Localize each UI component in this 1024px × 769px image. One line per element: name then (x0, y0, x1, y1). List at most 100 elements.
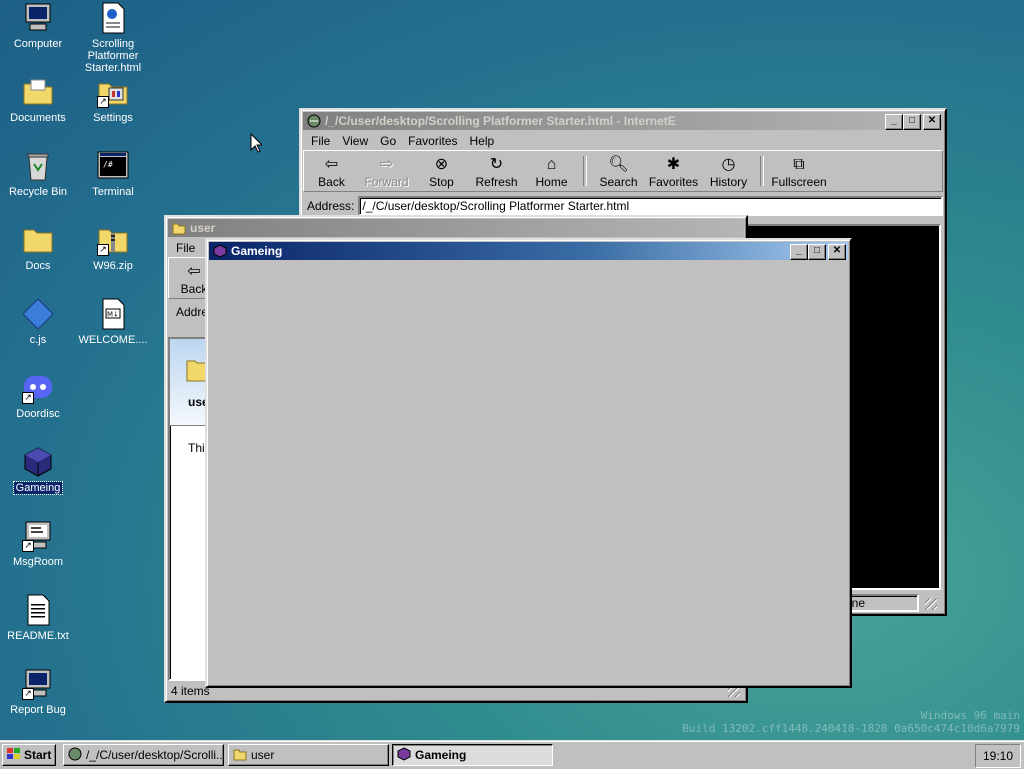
home-icon: ⌂ (546, 156, 557, 173)
settings-icon: ↗ (97, 76, 129, 108)
menu-go[interactable]: Go (374, 134, 402, 148)
browser-titlebar[interactable]: /_/C/user/desktop/Scrolling Platformer S… (303, 112, 943, 130)
home-button[interactable]: ⌂ Home (524, 153, 579, 189)
desktop-icon-welcome[interactable]: M↓ WELCOME.... (73, 298, 153, 346)
history-label: History (709, 175, 748, 189)
fullscreen-button[interactable]: ⧉ Fullscreen (768, 153, 830, 189)
toolbar-separator (583, 156, 587, 186)
menu-file[interactable]: File (305, 134, 336, 148)
folder-icon (233, 747, 247, 764)
zip-folder-icon: ↗ (97, 224, 129, 256)
watermark-line1: Windows 96 main (920, 709, 1020, 722)
desktop-icon-msgroom[interactable]: ↗ MsgRoom (0, 520, 78, 568)
desktop-icon-doordisc[interactable]: ↗ Doordisc (0, 372, 78, 420)
game-content[interactable] (209, 262, 848, 684)
desktop-icon-recycle-bin[interactable]: Recycle Bin (0, 150, 78, 198)
address-label: Address: (307, 199, 355, 213)
favorites-label: Favorites (648, 175, 699, 189)
menu-view[interactable]: View (336, 134, 374, 148)
refresh-button[interactable]: ↻ Refresh (469, 153, 524, 189)
game-titlebar[interactable]: Gameing _ □ ✕ (209, 242, 848, 260)
recycle-bin-icon (22, 150, 54, 182)
refresh-label: Refresh (475, 175, 518, 189)
cube-icon (22, 446, 54, 478)
close-button[interactable]: ✕ (828, 244, 846, 260)
menu-favorites[interactable]: Favorites (402, 134, 463, 148)
task-browser-label: /_/C/user/desktop/Scrolli... (86, 748, 224, 762)
desktop-icon-scrolling-platformer[interactable]: Scrolling Platformer Starter.html (73, 2, 153, 74)
start-button[interactable]: Start (2, 744, 56, 766)
desktop-icon-label: Gameing (12, 481, 64, 495)
history-button[interactable]: ◷ History (701, 153, 756, 189)
close-button[interactable]: ✕ (923, 114, 941, 130)
favorites-icon: ✱ (666, 156, 681, 173)
browser-title: /_/C/user/desktop/Scrolling Platformer S… (325, 114, 676, 128)
game-window[interactable]: Gameing _ □ ✕ (205, 238, 852, 688)
desktop-icon-documents[interactable]: Documents (0, 76, 78, 124)
desktop-icon-terminal[interactable]: /# Terminal (73, 150, 153, 198)
windows-logo-icon (7, 747, 21, 763)
menu-file[interactable]: File (170, 241, 201, 255)
desktop-icon-label: Report Bug (10, 704, 66, 716)
task-game-label: Gameing (415, 748, 467, 762)
browser-menubar: File View Go Favorites Help (301, 132, 945, 150)
markdown-document-icon: M↓ (97, 298, 129, 330)
desktop-icon-label: Settings (93, 112, 133, 124)
game-title: Gameing (231, 244, 283, 258)
desktop-icon-gameing[interactable]: Gameing (0, 446, 78, 495)
desktop-icon-label: WELCOME.... (78, 334, 148, 346)
maximize-button[interactable]: □ (903, 114, 921, 130)
mouse-cursor-icon (250, 132, 264, 156)
desktop-icon-label: Docs (25, 260, 51, 272)
cube-icon (397, 746, 411, 764)
svg-text:/#: /# (103, 160, 113, 169)
forward-arrow-icon: ⇨ (379, 156, 394, 173)
desktop-icon-readme[interactable]: README.txt (0, 594, 78, 642)
task-explorer-label: user (251, 748, 275, 762)
desktop-icon-computer[interactable]: Computer (0, 2, 78, 50)
svg-text:M↓: M↓ (107, 311, 119, 319)
toolbar-separator (760, 156, 764, 186)
desktop-icon-settings[interactable]: ↗ Settings (73, 76, 153, 124)
shortcut-arrow-icon: ↗ (97, 96, 109, 108)
desktop-icon-w96-zip[interactable]: ↗ W96.zip (73, 224, 153, 272)
favorites-button[interactable]: ✱ Favorites (646, 153, 701, 189)
task-game[interactable]: Gameing (392, 744, 553, 766)
script-diamond-icon (22, 298, 54, 330)
minimize-button[interactable]: _ (885, 114, 903, 130)
menu-help[interactable]: Help (464, 134, 501, 148)
desktop-icon-label: Doordisc (16, 408, 60, 420)
internet-explorer-icon (68, 747, 82, 764)
desktop-icon-label: MsgRoom (12, 556, 64, 568)
minimize-button[interactable]: _ (790, 244, 808, 260)
task-browser[interactable]: /_/C/user/desktop/Scrolli... (63, 744, 224, 766)
fullscreen-label: Fullscreen (771, 175, 827, 189)
back-button[interactable]: ⇦ Back (304, 153, 359, 189)
address-input[interactable]: /_/C/user/desktop/Scrolling Platformer S… (358, 196, 943, 216)
forward-button[interactable]: ⇨ Forward (359, 153, 414, 189)
text-document-icon (22, 594, 54, 626)
shortcut-arrow-icon: ↗ (22, 392, 34, 404)
back-arrow-icon: ⇦ (187, 263, 201, 280)
desktop-icon-label: Recycle Bin (8, 186, 68, 198)
folder-icon (22, 224, 54, 256)
home-label: Home (535, 175, 568, 189)
search-button[interactable]: 🔍︎ Search (591, 153, 646, 189)
shortcut-arrow-icon: ↗ (97, 244, 109, 256)
stop-button[interactable]: ⊗ Stop (414, 153, 469, 189)
desktop-icon-c-js[interactable]: c.js (0, 298, 78, 346)
desktop-icon-report-bug[interactable]: ↗ Report Bug (0, 668, 78, 716)
stop-icon: ⊗ (434, 156, 449, 173)
task-explorer[interactable]: user (228, 744, 389, 766)
resize-grip-icon[interactable] (925, 598, 937, 610)
desktop-icon-label: Documents (10, 112, 66, 124)
cube-icon (213, 244, 227, 258)
desktop-icon-label: W96.zip (93, 260, 133, 272)
clock[interactable]: 19:10 (983, 749, 1013, 763)
maximize-button[interactable]: □ (808, 244, 826, 260)
shortcut-arrow-icon: ↗ (22, 540, 34, 552)
search-label: Search (599, 175, 638, 189)
refresh-icon: ↻ (489, 156, 504, 173)
desktop-icon-docs[interactable]: Docs (0, 224, 78, 272)
explorer-titlebar[interactable]: user (168, 219, 744, 237)
